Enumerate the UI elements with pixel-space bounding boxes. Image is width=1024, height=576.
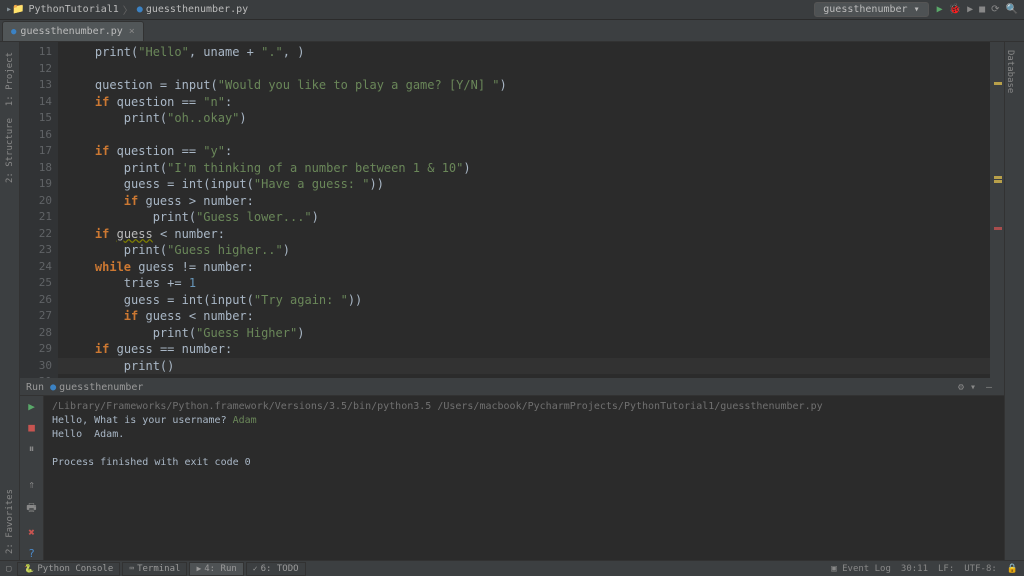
- code-line[interactable]: [58, 374, 990, 378]
- favorites-tool-button[interactable]: 2: Favorites: [5, 489, 15, 554]
- event-log-button[interactable]: ▣ Event Log: [831, 564, 891, 574]
- run-panel-header[interactable]: Run ● guessthenumber ⚙ ▾ —: [20, 380, 1004, 396]
- code-line[interactable]: if question == "y":: [58, 143, 990, 160]
- database-tool-button[interactable]: Database: [1005, 50, 1015, 93]
- line-number[interactable]: 22: [22, 226, 52, 243]
- line-number[interactable]: 11: [22, 44, 52, 61]
- line-gutter[interactable]: 1112131415161718192021222324252627282930…: [20, 42, 58, 378]
- vcs-icon[interactable]: ⟳: [991, 4, 999, 15]
- code-line[interactable]: if guess < number:: [58, 308, 990, 325]
- line-number[interactable]: 19: [22, 176, 52, 193]
- editor-area: 1112131415161718192021222324252627282930…: [20, 42, 1004, 378]
- close-icon[interactable]: ✖: [28, 526, 35, 539]
- code-line[interactable]: print(): [58, 358, 990, 375]
- code-line[interactable]: while guess != number:: [58, 259, 990, 276]
- error-stripe[interactable]: [990, 42, 1004, 378]
- statusbar-tool-button[interactable]: ⌨ Terminal: [122, 562, 187, 576]
- tool-window-quick-access-icon[interactable]: ▢: [6, 564, 11, 574]
- python-file-icon: ●: [137, 4, 143, 15]
- line-number[interactable]: 26: [22, 292, 52, 309]
- titlebar: ▸📁 PythonTutorial1 〉 ● guessthenumber.py…: [0, 0, 1024, 20]
- code-line[interactable]: if guess == number:: [58, 341, 990, 358]
- line-separator[interactable]: LF:: [938, 564, 954, 574]
- code-line[interactable]: [58, 127, 990, 144]
- line-number[interactable]: 27: [22, 308, 52, 325]
- line-number[interactable]: 30: [22, 358, 52, 375]
- line-number[interactable]: 13: [22, 77, 52, 94]
- file-encoding[interactable]: UTF-8:: [964, 564, 997, 574]
- gear-icon[interactable]: ⚙ ▾: [958, 382, 976, 393]
- code-line[interactable]: guess = int(input("Try again: ")): [58, 292, 990, 309]
- code-line[interactable]: guess = int(input("Have a guess: ")): [58, 176, 990, 193]
- close-icon[interactable]: ×: [129, 26, 135, 37]
- line-number[interactable]: 25: [22, 275, 52, 292]
- run-toolbar: ▶ ■ ⏸ ⇑ 🖶 ✖ ?: [20, 396, 44, 560]
- run-icon[interactable]: ▶: [937, 4, 943, 15]
- structure-tool-button[interactable]: 2: Structure: [5, 118, 15, 183]
- coverage-icon[interactable]: ▶: [967, 4, 973, 15]
- right-tool-rail: Database: [1004, 42, 1024, 560]
- code-line[interactable]: if guess > number:: [58, 193, 990, 210]
- python-file-icon: ●: [11, 27, 16, 37]
- lock-icon[interactable]: 🔒: [1007, 564, 1018, 574]
- file-name: guessthenumber.py: [146, 4, 248, 15]
- editor-tabbar: ● guessthenumber.py ×: [0, 20, 1024, 42]
- stop-icon[interactable]: ■: [28, 421, 35, 434]
- debug-icon[interactable]: 🐞: [949, 4, 961, 15]
- code-line[interactable]: if guess < number:: [58, 226, 990, 243]
- line-number[interactable]: 15: [22, 110, 52, 127]
- line-number[interactable]: 18: [22, 160, 52, 177]
- minimize-icon[interactable]: —: [986, 382, 992, 393]
- code-line[interactable]: print("Guess Higher"): [58, 325, 990, 342]
- code-line[interactable]: print("Guess lower..."): [58, 209, 990, 226]
- code-editor[interactable]: print("Hello", uname + ".", ) question =…: [58, 42, 990, 378]
- help-icon[interactable]: ?: [28, 547, 35, 560]
- tab-label: guessthenumber.py: [20, 26, 122, 37]
- up-icon[interactable]: ⇑: [28, 478, 35, 491]
- line-number[interactable]: 23: [22, 242, 52, 259]
- line-number[interactable]: 20: [22, 193, 52, 210]
- print-icon[interactable]: 🖶: [26, 499, 36, 518]
- project-name: PythonTutorial1: [28, 4, 118, 15]
- line-number[interactable]: 21: [22, 209, 52, 226]
- search-icon[interactable]: 🔍: [1006, 4, 1018, 15]
- code-line[interactable]: print("Guess higher.."): [58, 242, 990, 259]
- line-number[interactable]: 17: [22, 143, 52, 160]
- code-line[interactable]: [58, 61, 990, 78]
- console-output[interactable]: /Library/Frameworks/Python.framework/Ver…: [44, 396, 1004, 560]
- project-tool-button[interactable]: 1: Project: [5, 52, 15, 106]
- editor-tab[interactable]: ● guessthenumber.py ×: [2, 21, 144, 41]
- run-config-selector[interactable]: guessthenumber ▾: [814, 2, 928, 17]
- pause-icon[interactable]: ⏸: [29, 442, 35, 456]
- line-number[interactable]: 24: [22, 259, 52, 276]
- statusbar-tool-button[interactable]: ▶ 4: Run: [189, 562, 243, 576]
- line-number[interactable]: 12: [22, 61, 52, 78]
- code-line[interactable]: print("Hello", uname + ".", ): [58, 44, 990, 61]
- run-tool-window: Run ● guessthenumber ⚙ ▾ — ▶ ■ ⏸ ⇑ 🖶 ✖ ?…: [20, 380, 1004, 560]
- line-number[interactable]: 29: [22, 341, 52, 358]
- code-line[interactable]: if question == "n":: [58, 94, 990, 111]
- code-line[interactable]: question = input("Would you like to play…: [58, 77, 990, 94]
- line-number[interactable]: 28: [22, 325, 52, 342]
- cursor-position: 30:11: [901, 564, 928, 574]
- line-number[interactable]: 14: [22, 94, 52, 111]
- statusbar: ▢ 🐍 Python Console⌨ Terminal▶ 4: Run✓ 6:…: [0, 560, 1024, 576]
- rerun-icon[interactable]: ▶: [28, 400, 35, 413]
- code-line[interactable]: print("I'm thinking of a number between …: [58, 160, 990, 177]
- stop-icon[interactable]: ■: [979, 4, 985, 15]
- left-tool-rail: 1: Project 2: Structure 2: Favorites: [0, 42, 20, 560]
- line-number[interactable]: 16: [22, 127, 52, 144]
- line-number[interactable]: 31: [22, 374, 52, 378]
- python-file-icon: ●: [50, 382, 56, 393]
- statusbar-tool-button[interactable]: ✓ 6: TODO: [246, 562, 306, 576]
- code-line[interactable]: print("oh..okay"): [58, 110, 990, 127]
- folder-icon: ▸📁: [6, 4, 24, 15]
- statusbar-tool-button[interactable]: 🐍 Python Console: [17, 562, 120, 576]
- code-line[interactable]: tries += 1: [58, 275, 990, 292]
